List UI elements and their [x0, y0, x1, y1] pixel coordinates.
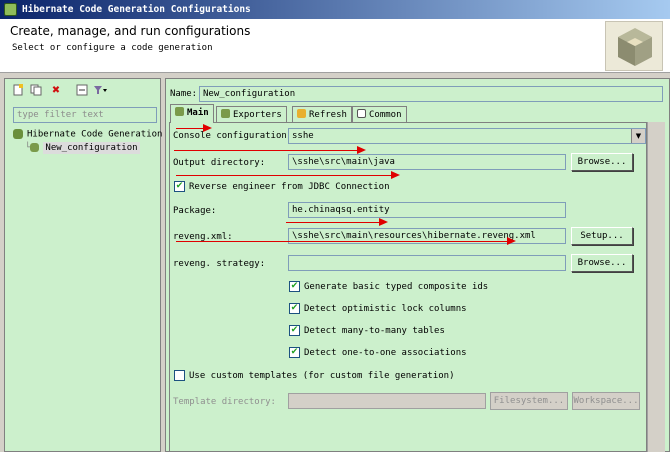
many-to-many-label: Detect many-to-many tables	[304, 326, 445, 336]
reveng-strategy-field[interactable]	[288, 255, 566, 271]
custom-templates-label: Use custom templates (for custom file ge…	[189, 371, 455, 381]
hibernate-logo-icon	[605, 21, 663, 71]
annotation-arrow-line	[176, 128, 206, 129]
tab-main[interactable]: Main	[170, 104, 214, 123]
template-dir-field	[288, 393, 486, 409]
annotation-arrow-line	[174, 150, 360, 151]
composite-ids-checkbox[interactable]: ✔	[289, 281, 300, 292]
window-title: Hibernate Code Generation Configurations	[22, 4, 251, 15]
tree-root-label: Hibernate Code Generation	[27, 129, 163, 140]
optimistic-lock-label: Detect optimistic lock columns	[304, 304, 467, 314]
filesystem-button: Filesystem...	[490, 392, 568, 410]
one-to-one-checkbox[interactable]: ✔	[289, 347, 300, 358]
reveng-strategy-browse-button[interactable]: Browse...	[571, 254, 633, 272]
name-label: Name:	[170, 89, 198, 99]
window-title-bar: Hibernate Code Generation Configurations	[0, 0, 670, 19]
custom-templates-checkbox[interactable]	[174, 370, 185, 381]
header-banner: Create, manage, and run configurations S…	[0, 19, 670, 73]
reveng-setup-button[interactable]: Setup...	[571, 227, 633, 245]
delete-icon[interactable]: ✖	[49, 83, 63, 97]
reverse-engineer-checkbox[interactable]: ✔	[174, 181, 185, 192]
package-field[interactable]: he.chinaqsq.entity	[288, 202, 566, 218]
launch-config-icon	[30, 143, 40, 152]
annotation-arrow-head	[203, 124, 212, 132]
collapse-icon[interactable]	[75, 83, 89, 97]
workspace-button: Workspace...	[572, 392, 640, 410]
tree-item-new-configuration[interactable]: └ New_configuration	[25, 142, 140, 154]
app-icon	[4, 3, 17, 16]
composite-ids-label: Generate basic typed composite ids	[304, 282, 489, 292]
annotation-arrow-line	[176, 175, 394, 176]
annotation-arrow-head	[379, 218, 388, 226]
one-to-one-label: Detect one-to-one associations	[304, 348, 467, 358]
common-tab-icon	[357, 109, 366, 118]
console-config-label: Console configuration:	[173, 131, 293, 141]
package-label: Package:	[173, 206, 217, 216]
main-tab-icon	[175, 107, 184, 116]
configuration-list-panel: ✖ type filter text Hibernate Code Genera…	[4, 78, 162, 452]
output-dir-field[interactable]: \sshe\src\main\java	[288, 154, 566, 170]
template-dir-label: Template directory:	[173, 397, 276, 407]
console-config-combo[interactable]: sshe ▼	[288, 128, 646, 144]
tab-exporters-label: Exporters	[233, 110, 282, 120]
annotation-arrow-head	[391, 171, 400, 179]
name-field[interactable]: New_configuration	[199, 86, 663, 102]
exporters-tab-icon	[221, 109, 230, 118]
filter-menu-icon[interactable]	[93, 83, 107, 97]
filter-input[interactable]: type filter text	[13, 107, 157, 123]
tab-main-label: Main	[187, 108, 209, 118]
annotation-arrow-head	[357, 146, 366, 154]
reveng-strategy-label: reveng. strategy:	[173, 259, 266, 269]
optimistic-lock-checkbox[interactable]: ✔	[289, 303, 300, 314]
tab-refresh-label: Refresh	[309, 110, 347, 120]
chevron-down-icon[interactable]: ▼	[631, 129, 645, 143]
tab-common-label: Common	[369, 110, 402, 120]
banner-heading: Create, manage, and run configurations	[10, 24, 251, 38]
reverse-engineer-label: Reverse engineer from JDBC Connection	[189, 182, 390, 192]
new-config-icon[interactable]	[11, 83, 25, 97]
annotation-arrow-head	[507, 237, 516, 245]
tab-common[interactable]: Common	[352, 106, 407, 122]
output-dir-browse-button[interactable]: Browse...	[571, 153, 633, 171]
annotation-arrow-line	[286, 222, 382, 223]
hibernate-config-type-icon	[13, 129, 23, 139]
tree-item-hibernate-code-generation[interactable]: Hibernate Code Generation	[13, 129, 162, 140]
tree-child-label: New_configuration	[43, 142, 140, 154]
many-to-many-checkbox[interactable]: ✔	[289, 325, 300, 336]
banner-subheading: Select or configure a code generation	[12, 43, 213, 53]
tab-refresh[interactable]: Refresh	[292, 106, 352, 122]
annotation-arrow-line	[176, 241, 510, 242]
refresh-tab-icon	[297, 109, 306, 118]
vertical-scrollbar[interactable]	[647, 122, 665, 452]
left-toolbar: ✖	[5, 79, 160, 101]
duplicate-icon[interactable]	[29, 83, 43, 97]
tab-exporters[interactable]: Exporters	[216, 106, 287, 122]
console-config-value: sshe	[292, 131, 314, 141]
output-dir-label: Output directory:	[173, 158, 266, 168]
